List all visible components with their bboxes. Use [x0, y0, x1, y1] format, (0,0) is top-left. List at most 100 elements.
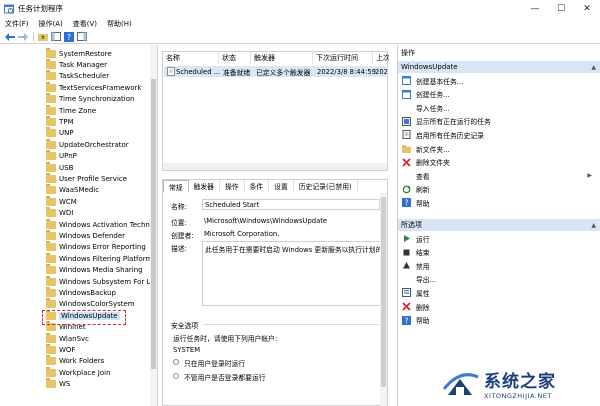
tree-item[interactable]: WDI [46, 207, 73, 219]
tree-item[interactable]: Workplace Join [46, 366, 111, 378]
create-basic-task-icon [402, 76, 411, 85]
menu-action[interactable]: 操作(A) [39, 19, 63, 29]
tree-item[interactable]: Windows Defender [46, 229, 125, 241]
action-item[interactable]: ? 帮助 [402, 197, 597, 208]
tree-item[interactable]: WCM [46, 195, 77, 207]
column-last-run[interactable]: 上次运行时 [373, 52, 389, 64]
tree-item-label: Windows Activation Techn [59, 220, 150, 229]
menu-file[interactable]: 文件(F) [5, 19, 29, 29]
tab-general[interactable]: 常规 [163, 180, 189, 192]
help-icon[interactable]: ? [63, 31, 74, 42]
maximize-button[interactable]: ☐ [548, 0, 574, 17]
folder-icon [46, 355, 56, 366]
action-label: 帮助 [416, 199, 430, 208]
tab-conditions[interactable]: 条件 [245, 180, 270, 192]
tree-item-label: USB [59, 163, 74, 172]
folder-icon [46, 229, 56, 240]
tab-actions[interactable]: 操作 [220, 180, 245, 192]
actions-group-windowsupdate[interactable]: WindowsUpdate ▲ [398, 61, 600, 73]
tree-item[interactable]: TPM [46, 115, 74, 127]
action-item[interactable]: 创建任务... [402, 89, 597, 100]
actions-pane: 操作 WindowsUpdate ▲ 创建基本任务... 创建任务... 导入任务.… [397, 45, 600, 406]
tree-item[interactable]: WS [46, 378, 70, 390]
submenu-arrow-icon: ▶ [587, 172, 592, 180]
collapse-icon[interactable]: ▲ [591, 222, 596, 229]
tree-item[interactable]: Windows Activation Techn [46, 218, 150, 230]
tree-item[interactable]: TaskScheduler [46, 70, 109, 82]
column-next-run[interactable]: 下次运行时间 [313, 52, 373, 64]
action-item[interactable]: 结束 [402, 247, 597, 258]
svg-text:?: ? [405, 316, 409, 325]
tree-item[interactable]: Windows Media Sharing [46, 264, 143, 276]
action-item[interactable]: 导出... [402, 274, 597, 285]
tree-item[interactable]: TextServicesFramework [46, 81, 141, 93]
action-item[interactable]: 查看 ▶ [402, 170, 597, 181]
actions-group-selected[interactable]: 所选项 ▲ [398, 219, 600, 231]
title-bar: 任务计划程序 — ☐ ✕ [0, 0, 600, 17]
tree-item[interactable]: Time Synchronization [46, 93, 134, 105]
column-status[interactable]: 状态 [219, 52, 251, 64]
tree-item[interactable]: Time Zone [46, 104, 96, 116]
run-logged-on-radio[interactable] [173, 359, 179, 365]
tree-item[interactable]: Windows Subsystem For Li [46, 275, 152, 287]
action-item[interactable]: 创建基本任务... [402, 75, 597, 86]
tree-item[interactable]: User Profile Service [46, 172, 127, 184]
collapse-icon[interactable]: ▲ [591, 64, 596, 71]
back-arrow-icon[interactable] [4, 31, 15, 42]
action-item[interactable]: 启用所有任务历史记录 [402, 129, 597, 140]
up-folder-icon[interactable] [37, 31, 48, 42]
action-label: 创建任务... [416, 91, 450, 100]
tree-item[interactable]: WindowsBackup [46, 286, 116, 298]
tree-item[interactable]: WOF [46, 343, 75, 355]
task-next-run: 2022/3/8 8:44:59 [317, 67, 376, 76]
action-item[interactable]: 属性 [402, 287, 597, 298]
action-label: 刷新 [416, 186, 430, 195]
tree-item[interactable]: WaaSMedic [46, 184, 99, 196]
tab-history[interactable]: 历史记录(已禁用) [294, 180, 358, 192]
minimize-button[interactable]: — [522, 0, 548, 17]
tab-triggers[interactable]: 触发器 [189, 180, 220, 192]
tree-item[interactable]: WlanSvc [46, 332, 89, 344]
tree-item[interactable]: Task Manager [46, 58, 107, 70]
name-field[interactable]: Scheduled Start [202, 199, 380, 210]
folder-icon [46, 275, 56, 286]
menu-view[interactable]: 查看(V) [73, 19, 97, 29]
tree-item[interactable]: Windows Error Reporting [46, 241, 146, 253]
tree-item[interactable]: UPnP [46, 150, 77, 162]
column-trigger[interactable]: 触发器 [251, 52, 313, 64]
properties-pane-icon[interactable] [76, 31, 87, 42]
action-item[interactable]: 删除文件夹 [402, 157, 597, 168]
action-item[interactable]: 刷新 [402, 184, 597, 195]
description-field[interactable]: 此任务用于在需要时启动 Windows 更新服务以执行计划的 [202, 241, 382, 306]
details-scrollbar[interactable] [380, 193, 387, 406]
action-item[interactable]: 删除 [402, 301, 597, 312]
toolbar-separator [33, 31, 34, 42]
tree-item[interactable]: UpdateOrchestrator [46, 138, 129, 150]
action-item[interactable]: 新文件夹... [402, 143, 597, 154]
action-item[interactable]: 显示所有正在运行的任务 [402, 116, 597, 127]
menu-help[interactable]: 帮助(H) [107, 19, 132, 29]
tree-item-label: Windows Media Sharing [59, 266, 143, 275]
table-row[interactable]: Scheduled ... 准备就绪 已定义多个触发器 2022/3/8 8:4… [164, 66, 387, 77]
run-icon [402, 234, 411, 243]
tree-item[interactable]: WindowsColorSystem [46, 298, 135, 310]
close-button[interactable]: ✕ [574, 0, 600, 17]
column-name[interactable]: 名称 [163, 52, 219, 64]
watermark-cn: 系统之家 [484, 371, 556, 392]
show-pane-icon[interactable] [50, 31, 61, 42]
tab-settings[interactable]: 设置 [269, 180, 294, 192]
action-item[interactable]: 运行 [402, 233, 597, 244]
tree-scrollbar[interactable] [150, 45, 157, 406]
tree-item[interactable]: Work Folders [46, 355, 104, 367]
name-label: 名称: [171, 203, 187, 211]
tree-item[interactable]: UNP [46, 127, 74, 139]
tree-item[interactable]: USB [46, 161, 74, 173]
run-always-radio[interactable] [173, 373, 179, 379]
tasklist-scrollbar[interactable] [163, 163, 387, 170]
forward-arrow-icon[interactable] [17, 31, 28, 42]
action-item[interactable]: ? 帮助 [402, 315, 597, 326]
tree-item[interactable]: SystemRestore [46, 47, 112, 59]
tree-item[interactable]: Windows Filtering Platform [46, 252, 152, 264]
action-item[interactable]: 禁用 [402, 260, 597, 271]
action-item[interactable]: 导入任务... [402, 102, 597, 113]
